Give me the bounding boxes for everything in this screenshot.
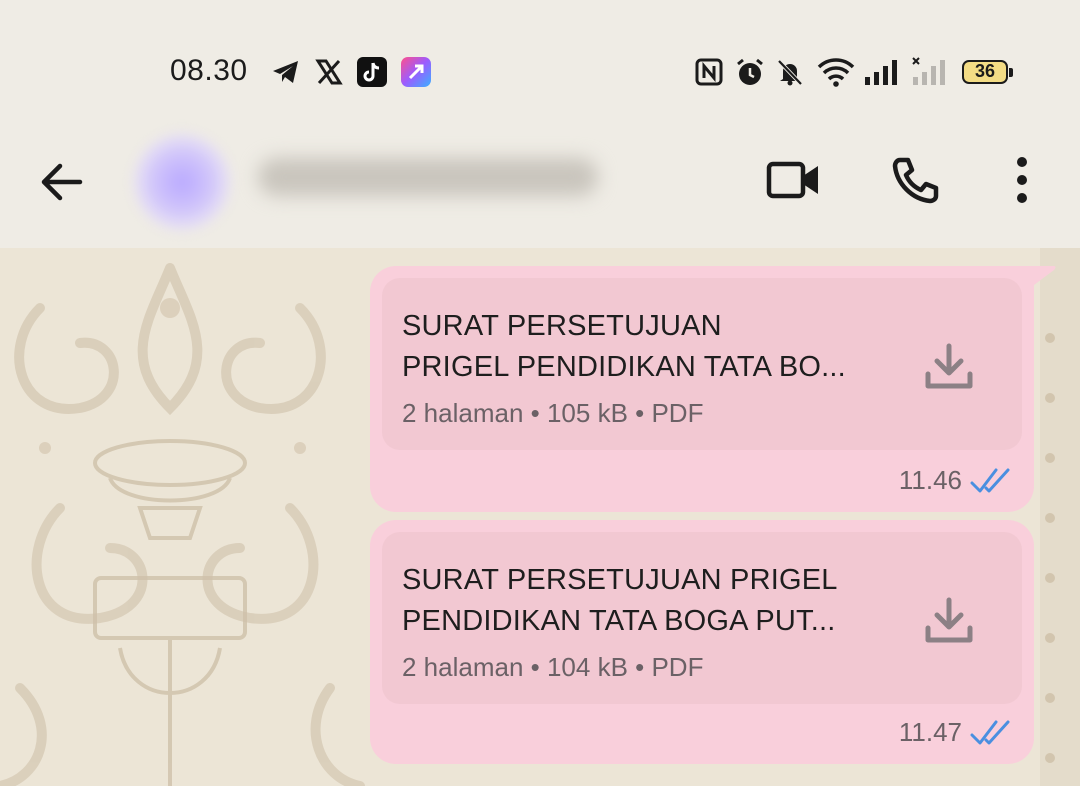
double-check-icon	[970, 468, 1010, 493]
contact-name[interactable]	[258, 158, 598, 196]
message-bubble[interactable]: SURAT PERSETUJUAN PRIGEL PENDIDIKAN TATA…	[370, 266, 1034, 512]
back-arrow-icon[interactable]	[38, 158, 86, 206]
mute-icon	[774, 56, 806, 88]
message-bubble[interactable]: SURAT PERSETUJUAN PRIGEL PENDIDIKAN TATA…	[370, 520, 1034, 764]
battery-level: 36	[974, 61, 996, 81]
video-camera-icon	[766, 158, 822, 207]
document-title: SURAT PERSETUJUAN PRIGEL PENDIDIKAN TATA…	[402, 564, 838, 637]
signal-no-service-icon	[910, 56, 950, 88]
download-icon	[923, 342, 975, 397]
document-attachment[interactable]: SURAT PERSETUJUAN PRIGEL PENDIDIKAN TATA…	[382, 532, 1022, 704]
download-button[interactable]	[920, 340, 978, 398]
video-call-button[interactable]	[762, 150, 826, 214]
download-button[interactable]	[920, 594, 978, 652]
chat-header	[0, 120, 1080, 248]
signal-icon	[862, 56, 902, 88]
contact-avatar[interactable]	[134, 134, 230, 230]
document-attachment[interactable]: SURAT PERSETUJUAN PRIGEL PENDIDIKAN TATA…	[382, 278, 1022, 450]
tiktok-icon	[356, 56, 388, 88]
message-time: 11.46	[898, 465, 962, 495]
more-options-button[interactable]	[990, 150, 1054, 214]
more-vertical-icon	[1014, 156, 1030, 209]
telegram-icon	[270, 56, 302, 88]
alarm-icon	[734, 56, 766, 88]
download-icon	[923, 596, 975, 651]
status-bar: 08.30 36	[0, 0, 1080, 120]
voice-call-button[interactable]	[884, 150, 948, 214]
phone-icon	[890, 154, 942, 211]
message-time: 11.47	[898, 717, 962, 747]
wifi-icon	[816, 56, 856, 88]
document-title: SURAT PERSETUJUAN PRIGEL PENDIDIKAN TATA…	[402, 310, 846, 383]
x-icon	[314, 56, 344, 88]
document-meta: 2 halaman • 105 kB • PDF	[402, 398, 704, 428]
double-check-icon	[970, 720, 1010, 745]
shortcut-app-icon	[400, 56, 432, 88]
status-time: 08.30	[170, 54, 248, 87]
battery-indicator: 36	[962, 60, 1014, 86]
nfc-icon	[694, 56, 724, 88]
chat-area[interactable]: SURAT PERSETUJUAN PRIGEL PENDIDIKAN TATA…	[0, 248, 1080, 786]
document-meta: 2 halaman • 104 kB • PDF	[402, 652, 704, 682]
